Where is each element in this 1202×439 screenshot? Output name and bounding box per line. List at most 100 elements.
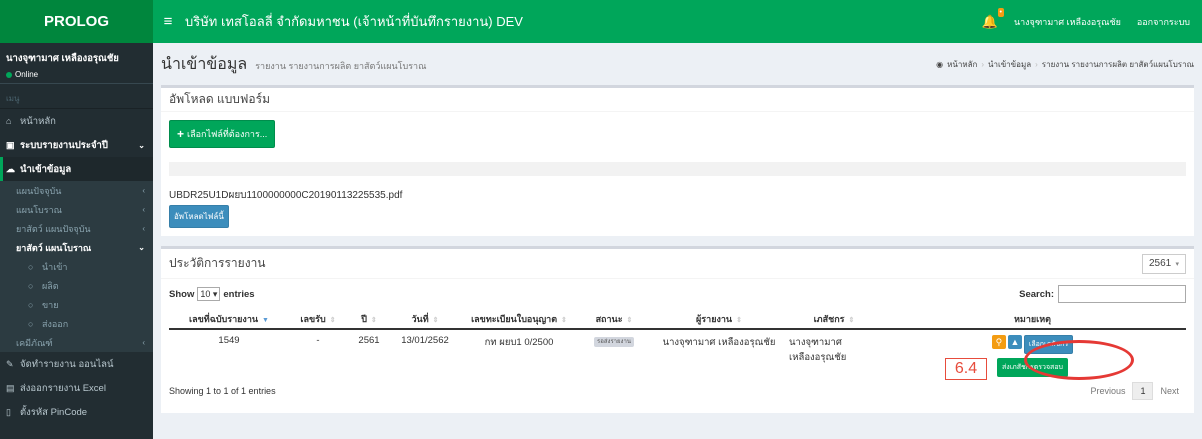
home-icon: ⌂ bbox=[6, 116, 12, 126]
brand-logo[interactable]: PROLOG bbox=[0, 0, 153, 43]
select-file-button[interactable]: + เลือกไฟล์ที่ต้องการ... bbox=[169, 120, 276, 148]
sidebar-item-label: ผลิต bbox=[42, 280, 59, 291]
col-pharmacist[interactable]: เภสัชกร ⇕ bbox=[789, 309, 879, 330]
sidebar-item-modern[interactable]: แผนปัจจุบัน ‹ bbox=[0, 181, 153, 200]
select-file-label: เลือกไฟล์ที่ต้องการ... bbox=[187, 129, 268, 139]
col-reporter[interactable]: ผู้รายงาน ⇕ bbox=[649, 309, 789, 330]
sidebar-item-label: ตั้งรหัส PinCode bbox=[20, 406, 88, 418]
sidebar-item-label: หน้าหลัก bbox=[20, 115, 56, 127]
upload-progress-bar bbox=[169, 162, 1186, 176]
sidebar-item-pincode[interactable]: ▯ ตั้งรหัส PinCode bbox=[0, 400, 153, 424]
history-box: ประวัติการรายงาน 2561 ▾ Show 10 ▾ entries… bbox=[161, 246, 1194, 413]
sidebar-item-animal-modern[interactable]: ยาสัตว์ แผนปัจจุบัน ‹ bbox=[0, 219, 153, 238]
table-footer: Showing 1 to 1 of 1 entries Previous 1 N… bbox=[169, 377, 1186, 405]
sort-icon: ▼ bbox=[262, 316, 269, 324]
chevron-left-icon: ‹ bbox=[142, 338, 145, 347]
page-header: นำเข้าข้อมูล รายงาน รายงานการผลิต ยาสัตว… bbox=[161, 43, 1194, 85]
sidebar-user-name: นางจุฑามาศ เหลืองอรุณชัย bbox=[6, 53, 119, 64]
circle-icon: ○ bbox=[28, 280, 34, 291]
page-1-button[interactable]: 1 bbox=[1132, 382, 1154, 400]
sidebar-item-label: นำเข้า bbox=[42, 261, 68, 272]
cell-reporter: นางจุฑามาศ เหลืองอรุณชัย bbox=[662, 337, 776, 348]
sidebar-item-home[interactable]: ⌂ หน้าหลัก bbox=[0, 109, 153, 133]
menu-toggle-icon[interactable]: ≡ bbox=[153, 13, 183, 30]
search-input[interactable] bbox=[1058, 285, 1186, 303]
sort-icon: ⇕ bbox=[626, 316, 633, 324]
chevron-down-icon: ▾ bbox=[1175, 260, 1179, 268]
cell-recv-no: - bbox=[316, 335, 320, 346]
breadcrumb-import[interactable]: นำเข้าข้อมูล bbox=[988, 58, 1031, 71]
prev-button[interactable]: Previous bbox=[1083, 383, 1132, 399]
sidebar-item-label: ส่งออก bbox=[42, 318, 69, 329]
upload-file-button[interactable]: อัพโหลดไฟล์นี้ bbox=[169, 205, 229, 228]
sidebar-sub-produce[interactable]: ○ ผลิต bbox=[0, 276, 153, 295]
brand-text: PROLOG bbox=[43, 13, 109, 30]
cell-status: รอส่งรายงาน bbox=[579, 329, 649, 377]
col-label: เลขที่ฉบับรายงาน bbox=[189, 313, 259, 324]
annotation-label: 6.4 bbox=[945, 358, 987, 380]
col-label: ปี bbox=[361, 313, 367, 324]
entries-select[interactable]: 10 ▾ bbox=[197, 287, 221, 301]
search-icon[interactable]: ⚲ bbox=[991, 335, 1006, 349]
sidebar: นางจุฑามาศ เหลืองอรุณชัย Online เมนู ⌂ หน… bbox=[0, 43, 153, 439]
user-menu[interactable]: นางจุฑามาศ เหลืองอรุณชัย bbox=[1014, 15, 1121, 29]
menu-header: เมนู bbox=[0, 83, 153, 109]
chevron-left-icon: ‹ bbox=[142, 186, 145, 195]
col-date[interactable]: วันที่ ⇕ bbox=[391, 309, 459, 330]
chevron-left-icon: ‹ bbox=[142, 205, 145, 214]
col-recv-no[interactable]: เลขรับ ⇕ bbox=[289, 309, 347, 330]
sidebar-item-annual[interactable]: ▣ ระบบรายงานประจำปี ⌄ bbox=[0, 133, 153, 157]
breadcrumb-separator: › bbox=[1035, 59, 1038, 69]
send-pharmacist-button[interactable]: ส่งเภสัชกรตรวจสอบ bbox=[997, 358, 1068, 377]
sidebar-item-animal-traditional[interactable]: ยาสัตว์ แผนโบราณ ⌄ bbox=[0, 238, 153, 257]
col-status[interactable]: สถานะ ⇕ bbox=[579, 309, 649, 330]
notification-badge: • bbox=[997, 7, 1004, 17]
bell-icon[interactable]: 🔔 • bbox=[982, 7, 1004, 30]
logout-link[interactable]: ออกจากระบบ bbox=[1137, 15, 1190, 29]
upload-header: อัพโหลด แบบฟอร์ม bbox=[161, 88, 1194, 112]
cell-year: 2561 bbox=[358, 335, 380, 346]
page-title: นำเข้าข้อมูล bbox=[161, 55, 248, 73]
sidebar-item-excel[interactable]: ▤ ส่งออกรายงาน Excel bbox=[0, 376, 153, 400]
sort-icon: ⇕ bbox=[848, 316, 855, 324]
main-content: นำเข้าข้อมูล รายงาน รายงานการผลิต ยาสัตว… bbox=[153, 43, 1202, 439]
warning-icon[interactable]: ▲ bbox=[1007, 335, 1022, 349]
online-dot-icon bbox=[6, 71, 12, 78]
upload-icon: ☁ bbox=[6, 163, 15, 174]
col-label: ผู้รายงาน bbox=[696, 313, 733, 324]
col-label: หมายเหตุ bbox=[1013, 313, 1052, 324]
sort-icon: ⇕ bbox=[736, 316, 742, 324]
table-row: 1549 - 2561 13/01/2562 กท ผยบ1 0/2500 รอ… bbox=[169, 329, 1186, 377]
sidebar-sub-sell[interactable]: ○ ขาย bbox=[0, 295, 153, 314]
col-year[interactable]: ปี ⇕ bbox=[347, 309, 391, 330]
excel-icon: ▤ bbox=[6, 382, 15, 393]
sort-icon: ⇕ bbox=[370, 316, 377, 324]
edit-icon: ✎ bbox=[6, 358, 14, 369]
breadcrumb-home[interactable]: หน้าหลัก bbox=[947, 58, 977, 71]
search-label: Search: bbox=[1019, 288, 1054, 300]
sidebar-sub-import[interactable]: ○ นำเข้า bbox=[0, 257, 153, 276]
search-wrap: Search: bbox=[1019, 285, 1186, 303]
sidebar-item-online[interactable]: ✎ จัดทำรายงาน ออนไลน์ bbox=[0, 352, 153, 376]
circle-icon: ○ bbox=[28, 299, 34, 310]
sidebar-item-label: นำเข้าข้อมูล bbox=[20, 163, 72, 175]
sidebar-sub-export[interactable]: ○ ส่งออก bbox=[0, 314, 153, 333]
sidebar-item-import[interactable]: ☁ นำเข้าข้อมูล bbox=[0, 157, 153, 181]
year-select[interactable]: 2561 ▾ bbox=[1142, 253, 1186, 274]
chevron-left-icon: ‹ bbox=[142, 224, 145, 233]
cell-date: 13/01/2562 bbox=[401, 335, 449, 346]
breadcrumb: ◉ หน้าหลัก › นำเข้าข้อมูล › รายงาน รายงา… bbox=[936, 58, 1194, 71]
table-header-row: เลขที่ฉบับรายงาน ▼ เลขรับ ⇕ ปี ⇕ วันที่ ⇕ เล… bbox=[169, 309, 1186, 330]
sidebar-item-traditional[interactable]: แผนโบราณ ‹ bbox=[0, 200, 153, 219]
cell-license: กท ผยบ1 0/2500 bbox=[484, 337, 554, 348]
cell-report-no: 1549 bbox=[218, 335, 240, 346]
col-license[interactable]: เลขทะเบียนใบอนุญาต ⇕ bbox=[459, 309, 579, 330]
status-badge: รอส่งรายงาน bbox=[594, 337, 634, 347]
sidebar-item-label: ยาสัตว์ แผนโบราณ bbox=[16, 242, 92, 253]
select-pharmacist-button[interactable]: เลือกเภสัชกร bbox=[1023, 335, 1074, 354]
circle-icon: ○ bbox=[28, 318, 34, 329]
col-report-no[interactable]: เลขที่ฉบับรายงาน ▼ bbox=[169, 309, 289, 330]
table-toolbar: Show 10 ▾ entries Search: bbox=[169, 283, 1186, 305]
next-button[interactable]: Next bbox=[1153, 383, 1186, 399]
sidebar-item-chemical[interactable]: เคมีภัณฑ์ ‹ bbox=[0, 333, 153, 352]
